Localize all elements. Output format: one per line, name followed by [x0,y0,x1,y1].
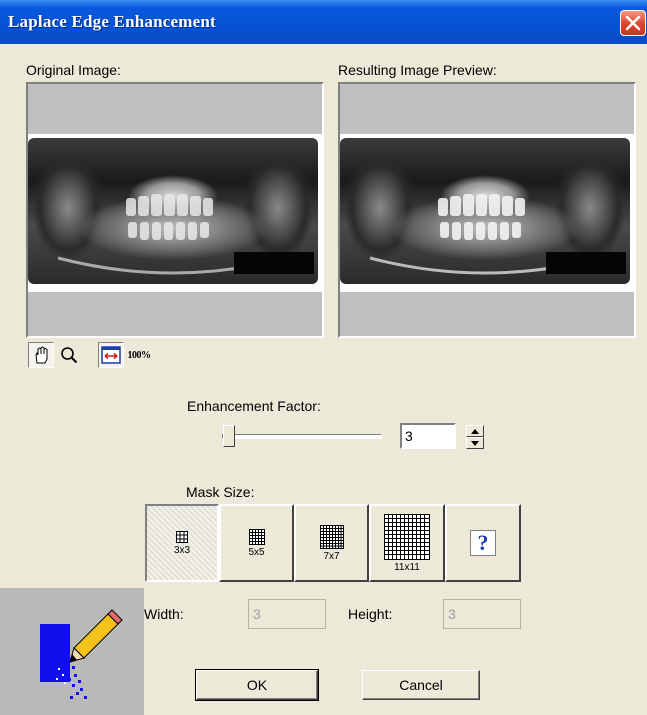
enhancement-slider-track[interactable] [222,434,382,439]
height-input[interactable] [443,599,521,629]
side-panel [0,588,144,715]
result-preview-frame [338,82,636,338]
result-preview-label: Resulting Image Preview: [338,62,497,78]
enhancement-factor-input[interactable] [400,423,456,449]
zoom-100-icon: 100% [127,349,152,361]
mask-3x3-label: 3x3 [173,544,191,556]
mask-5x5-label: 5x5 [248,546,265,558]
mask-5x5-button[interactable]: 5x5 [219,504,294,582]
zoom-tool-button[interactable] [56,342,82,368]
grid-11x11-icon [384,513,430,560]
help-icon: ? [470,530,496,556]
original-image-label: Original Image: [26,62,121,78]
width-input[interactable] [248,599,326,629]
enhancement-factor-label: Enhancement Factor: [187,398,321,414]
pan-tool-button[interactable] [28,342,54,368]
cancel-button[interactable]: Cancel [362,670,480,700]
height-label: Height: [348,606,393,622]
mask-help-button[interactable]: ? [445,504,521,582]
spin-down-button[interactable] [466,437,484,449]
enhancement-slider-thumb[interactable] [223,425,235,447]
mask-11x11-button[interactable]: 11x11 [369,504,445,582]
window-title: Laplace Edge Enhancement [8,12,216,31]
spin-up-button[interactable] [466,425,484,437]
close-icon [625,15,641,31]
grid-3x3-icon [176,530,188,543]
zoom-100-button[interactable]: 100% [124,342,154,368]
mask-11x11-label: 11x11 [394,561,420,573]
grid-5x5-icon [248,528,265,545]
ok-button[interactable]: OK [195,669,319,701]
arrow-up-icon [471,428,479,434]
fit-to-window-icon [101,346,121,364]
close-button[interactable] [620,10,646,36]
grid-7x7-icon [319,524,344,549]
original-image-frame[interactable] [26,82,324,338]
mask-7x7-label: 7x7 [323,550,340,562]
mask-size-label: Mask Size: [186,484,255,500]
hand-pan-icon [35,346,48,364]
fit-to-window-button[interactable] [98,342,124,368]
width-label: Width: [144,606,184,622]
mask-3x3-button[interactable]: 3x3 [145,504,219,582]
magnifier-icon [61,347,78,364]
result-xray-image [340,138,630,284]
mask-7x7-button[interactable]: 7x7 [294,504,369,582]
arrow-down-icon [471,440,479,446]
original-xray-image [28,138,318,284]
edge-enhance-pencil-icon [40,609,123,699]
title-bar[interactable]: Laplace Edge Enhancement [0,0,647,44]
help-icon-glyph: ? [477,530,489,555]
